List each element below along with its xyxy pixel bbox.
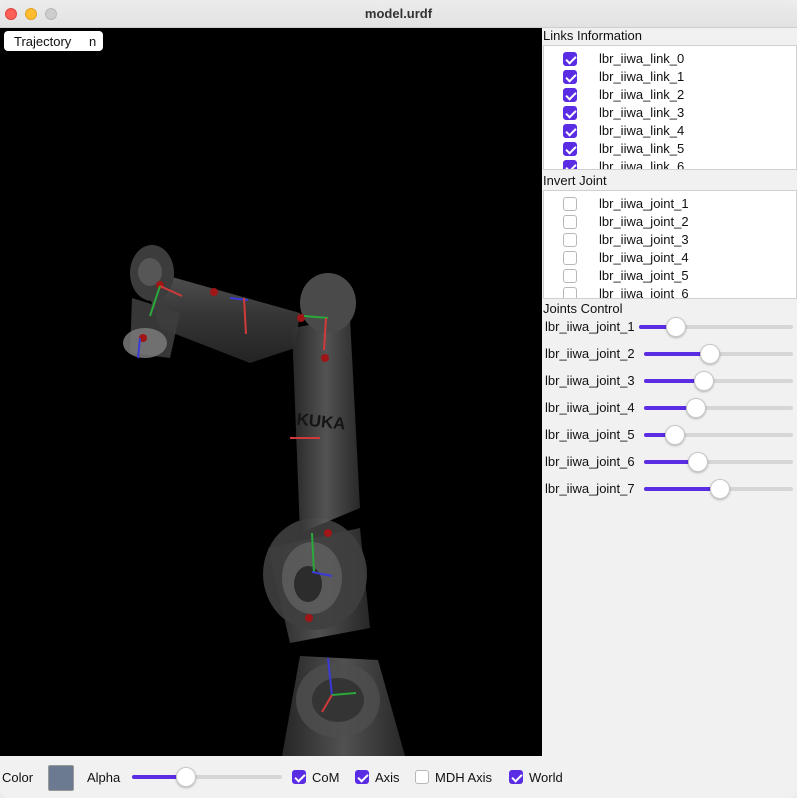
invert-joint-item-label: lbr_iiwa_joint_6 xyxy=(599,286,689,299)
joint-control-label: lbr_iiwa_joint_5 xyxy=(545,427,635,442)
alpha-label: Alpha xyxy=(87,770,121,785)
link-item-checkbox[interactable] xyxy=(563,70,577,84)
invert-joint-item[interactable]: lbr_iiwa_joint_3 xyxy=(544,231,796,249)
joint-control-label: lbr_iiwa_joint_6 xyxy=(545,454,635,469)
joint-control-slider[interactable] xyxy=(644,452,793,472)
link-item-label: lbr_iiwa_link_1 xyxy=(599,69,685,84)
joint-control-slider-handle[interactable] xyxy=(665,317,686,337)
robot-model: KUKA xyxy=(123,245,405,756)
link-item[interactable]: lbr_iiwa_link_4 xyxy=(544,122,796,140)
title-bar: model.urdf xyxy=(0,0,797,28)
window-title: model.urdf xyxy=(364,6,433,21)
link-item-checkbox[interactable] xyxy=(563,52,577,66)
trajectory-label: Trajectory xyxy=(14,34,72,49)
joint-control-label: lbr_iiwa_joint_7 xyxy=(545,481,635,496)
invert-joint-item-checkbox[interactable] xyxy=(563,215,577,229)
com-label: CoM xyxy=(312,770,340,785)
color-swatch-button[interactable] xyxy=(48,765,74,791)
link-item-label: lbr_iiwa_link_2 xyxy=(599,87,685,102)
joint-control-row: lbr_iiwa_joint_7 xyxy=(542,476,797,503)
link-item-label: lbr_iiwa_link_4 xyxy=(599,123,685,138)
links-list[interactable]: lbr_iiwa_link_0 lbr_iiwa_link_1 lbr_iiwa_l… xyxy=(543,45,797,170)
com-checkbox[interactable] xyxy=(292,770,306,784)
link-item-checkbox[interactable] xyxy=(563,160,577,169)
color-label: Color xyxy=(2,770,34,785)
joint-control-row: lbr_iiwa_joint_5 xyxy=(542,422,797,449)
invert-joint-item-label: lbr_iiwa_joint_2 xyxy=(599,214,689,229)
mdh-axis-label: MDH Axis xyxy=(435,770,493,785)
invert-joint-item[interactable]: lbr_iiwa_joint_6 xyxy=(544,285,796,299)
invert-joint-list[interactable]: lbr_iiwa_joint_1 lbr_iiwa_joint_2 lbr_iiwa… xyxy=(543,190,797,299)
joint-control-slider[interactable] xyxy=(644,425,793,445)
joint-control-slider[interactable] xyxy=(639,317,793,337)
joint-control-slider-handle[interactable] xyxy=(686,398,707,418)
joint-control-label: lbr_iiwa_joint_4 xyxy=(545,400,635,415)
3d-viewport[interactable]: KUKA Trajectory n xyxy=(0,28,542,756)
joint-control-slider-handle[interactable] xyxy=(709,479,730,499)
joint-control-slider[interactable] xyxy=(644,371,793,391)
app-window: model.urdf KUKA Trajectory n Links Infor… xyxy=(0,0,797,798)
invert-joint-item-label: lbr_iiwa_joint_5 xyxy=(599,268,689,283)
bottom-toolbar: Color Alpha CoM Axis MDH Axis World xyxy=(0,756,797,798)
joint-control-label: lbr_iiwa_joint_2 xyxy=(545,346,635,361)
link-item[interactable]: lbr_iiwa_link_2 xyxy=(544,86,796,104)
link-item[interactable]: lbr_iiwa_link_0 xyxy=(544,50,796,68)
invert-joint-item-label: lbr_iiwa_joint_4 xyxy=(599,250,689,265)
link-item-label: lbr_iiwa_link_5 xyxy=(599,141,685,156)
joint-control-slider-handle[interactable] xyxy=(699,344,720,364)
joint-control-slider-handle[interactable] xyxy=(687,452,708,472)
link-item-checkbox[interactable] xyxy=(563,88,577,102)
invert-joint-item-checkbox[interactable] xyxy=(563,287,577,298)
joint-control-row: lbr_iiwa_joint_6 xyxy=(542,449,797,476)
link-item[interactable]: lbr_iiwa_link_1 xyxy=(544,68,796,86)
invert-joint-item-checkbox[interactable] xyxy=(563,197,577,211)
joint-control-label: lbr_iiwa_joint_3 xyxy=(545,373,635,388)
link-item[interactable]: lbr_iiwa_link_3 xyxy=(544,104,796,122)
link-item[interactable]: lbr_iiwa_link_5 xyxy=(544,140,796,158)
joint-control-slider-handle[interactable] xyxy=(665,425,686,445)
link-item-checkbox[interactable] xyxy=(563,106,577,120)
invert-joint-item-checkbox[interactable] xyxy=(563,233,577,247)
link-item-label: lbr_iiwa_link_6 xyxy=(599,159,685,170)
side-panel: Links Information lbr_iiwa_link_0 lbr_iiw… xyxy=(542,28,797,756)
world-checkbox[interactable] xyxy=(509,770,523,784)
invert-joint-item[interactable]: lbr_iiwa_joint_5 xyxy=(544,267,796,285)
joint-control-slider[interactable] xyxy=(644,344,793,364)
alpha-slider-handle[interactable] xyxy=(176,767,196,787)
link-item-label: lbr_iiwa_link_3 xyxy=(599,105,685,120)
mdh-axis-checkbox[interactable] xyxy=(415,770,429,784)
invert-joint-item[interactable]: lbr_iiwa_joint_4 xyxy=(544,249,796,267)
axis-checkbox[interactable] xyxy=(355,770,369,784)
joints-control-area: lbr_iiwa_joint_1 lbr_iiwa_joint_2 lbr_iiwa… xyxy=(542,314,797,514)
joint-control-row: lbr_iiwa_joint_2 xyxy=(542,341,797,368)
joint-control-slider-fill xyxy=(644,487,720,491)
invert-joint-item[interactable]: lbr_iiwa_joint_2 xyxy=(544,213,796,231)
link-item-label: lbr_iiwa_link_0 xyxy=(599,51,685,66)
joint-control-row: lbr_iiwa_joint_3 xyxy=(542,368,797,395)
invert-joint-item[interactable]: lbr_iiwa_joint_1 xyxy=(544,195,796,213)
invert-joint-item-label: lbr_iiwa_joint_3 xyxy=(599,232,689,247)
link-item[interactable]: lbr_iiwa_link_6 xyxy=(544,158,796,170)
axis-label: Axis xyxy=(375,770,400,785)
trajectory-button[interactable]: Trajectory n xyxy=(4,31,103,51)
joint-control-slider[interactable] xyxy=(644,398,793,418)
joint-control-label: lbr_iiwa_joint_1 xyxy=(545,319,635,334)
trajectory-clipped-text: n xyxy=(89,34,97,49)
joint-control-slider[interactable] xyxy=(644,479,793,499)
alpha-slider[interactable] xyxy=(132,767,282,787)
link-item-checkbox[interactable] xyxy=(563,142,577,156)
invert-joint-item-checkbox[interactable] xyxy=(563,269,577,283)
invert-joint-item-label: lbr_iiwa_joint_1 xyxy=(599,196,689,211)
link-item-checkbox[interactable] xyxy=(563,124,577,138)
joint-control-row: lbr_iiwa_joint_4 xyxy=(542,395,797,422)
world-label: World xyxy=(529,770,563,785)
invert-joint-item-checkbox[interactable] xyxy=(563,251,577,265)
links-information-title: Links Information xyxy=(543,28,642,43)
invert-joint-title: Invert Joint xyxy=(543,173,607,188)
joint-control-slider-handle[interactable] xyxy=(693,371,714,391)
joint-control-row: lbr_iiwa_joint_1 xyxy=(542,314,797,341)
